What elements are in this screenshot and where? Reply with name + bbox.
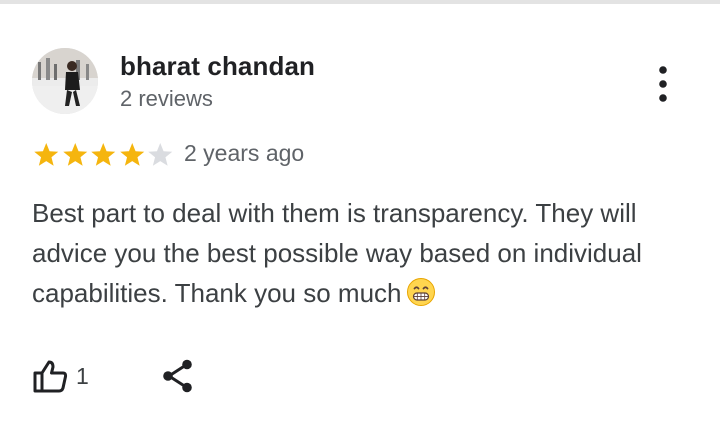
top-divider [0, 0, 720, 4]
avatar[interactable] [32, 48, 98, 114]
star-filled-icon [91, 143, 116, 166]
avatar-photo [32, 48, 98, 114]
share-icon [163, 359, 192, 393]
author-name[interactable]: bharat chandan [120, 51, 315, 82]
author-review-count: 2 reviews [120, 86, 213, 111]
star-empty-icon [148, 143, 173, 166]
share-button[interactable] [160, 358, 196, 394]
more-vert-icon [659, 66, 667, 102]
star-filled-icon [119, 143, 144, 166]
like-count: 1 [76, 362, 89, 389]
star-filled-icon [62, 143, 87, 166]
star-filled-icon [34, 143, 59, 166]
more-options-button[interactable] [650, 62, 676, 106]
review-text-body: Best part to deal with them is transpare… [32, 198, 642, 308]
star-rating [32, 141, 175, 169]
thumb-up-icon [33, 360, 68, 393]
review-text: Best part to deal with them is transpare… [32, 193, 702, 313]
like-button[interactable]: 1 [32, 358, 89, 394]
review-date: 2 years ago [184, 140, 305, 166]
grinning-face-icon [406, 277, 436, 307]
